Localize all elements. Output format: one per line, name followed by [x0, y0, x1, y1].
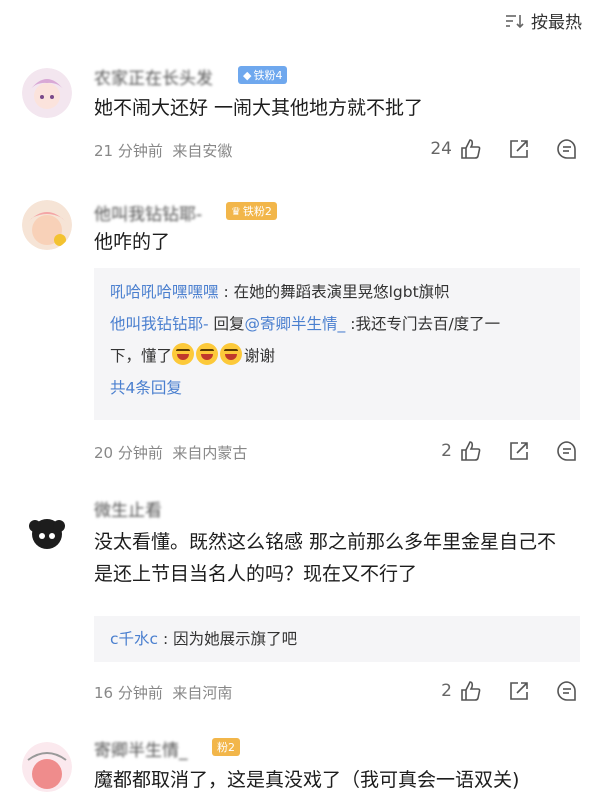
share-icon[interactable]: [508, 680, 530, 702]
laugh-emoji-icon: [220, 343, 243, 365]
username[interactable]: 微生止看: [94, 496, 162, 521]
sort-label: 按最热: [531, 13, 582, 33]
more-replies-link[interactable]: 共4条回复: [110, 372, 580, 404]
share-icon[interactable]: [508, 138, 530, 160]
avatar[interactable]: [22, 742, 72, 792]
comment-meta: 16 分钟前 来自河南: [94, 684, 233, 702]
avatar[interactable]: [22, 506, 72, 556]
laugh-emoji-icon: [196, 343, 219, 365]
comment-text: 他咋的了: [94, 231, 171, 253]
laugh-emoji-icon: [172, 343, 195, 365]
comment-actions: 24: [430, 138, 578, 160]
like-count: 2: [441, 681, 452, 701]
reply-username[interactable]: c千水c: [110, 630, 158, 648]
avatar[interactable]: [22, 68, 72, 118]
reply-box: 吼哈吼哈嘿嘿嘿 : 在她的舞蹈表演里晃悠lgbt旗帜 他叫我钻钻耶- 回复@寄卿…: [94, 268, 580, 420]
sort-hot-button[interactable]: 按最热: [505, 8, 582, 33]
avatar[interactable]: [22, 200, 72, 250]
comment-meta: 21 分钟前 来自安徽: [94, 142, 233, 160]
reply-username[interactable]: 他叫我钻钻耶-: [110, 315, 209, 333]
like-count: 24: [430, 139, 452, 159]
thumbs-up-icon[interactable]: [460, 440, 482, 462]
thumbs-up-icon[interactable]: [460, 138, 482, 160]
comment-actions: 2: [441, 440, 578, 462]
comment-meta: 20 分钟前 来自内蒙古: [94, 444, 248, 462]
username[interactable]: 寄卿半生情_: [94, 736, 188, 761]
mention-link[interactable]: @寄卿半生情_: [245, 315, 346, 333]
comment-actions: 2: [441, 680, 578, 702]
comment-icon[interactable]: [556, 440, 578, 462]
username[interactable]: 他叫我钻钻耶-: [94, 200, 202, 225]
comment-text: 没太看懂。既然这么铭感 那之前那么多年里金星自己不 是还上节目当名人的吗？现在又…: [94, 531, 557, 585]
fan-badge: 粉2: [212, 738, 240, 756]
sort-icon: [506, 14, 524, 28]
username[interactable]: 农家正在长头发: [94, 64, 213, 89]
fan-badge: ♛ 铁粉2: [226, 202, 277, 220]
comment-text: 她不闹大还好 一闹大其他地方就不批了: [94, 97, 424, 119]
thumbs-up-icon[interactable]: [460, 680, 482, 702]
comment-icon[interactable]: [556, 138, 578, 160]
reply-item[interactable]: c千水c : 因为她展示旗了吧: [110, 623, 580, 655]
like-count: 2: [441, 441, 452, 461]
reply-item[interactable]: 吼哈吼哈嘿嘿嘿 : 在她的舞蹈表演里晃悠lgbt旗帜: [110, 276, 580, 308]
crown-icon: ♛: [231, 204, 241, 218]
comment-text: 魔都都取消了，这是真没戏了（我可真会一语双关): [94, 769, 520, 791]
share-icon[interactable]: [508, 440, 530, 462]
fan-badge: ◆ 铁粉4: [238, 66, 288, 84]
diamond-icon: ◆: [243, 68, 252, 82]
reply-item[interactable]: 他叫我钻钻耶- 回复@寄卿半生情_ :我还专门去百/度了一 下，懂了 谢谢: [110, 308, 580, 372]
comment-icon[interactable]: [556, 680, 578, 702]
reply-box: c千水c : 因为她展示旗了吧: [94, 616, 580, 662]
reply-username[interactable]: 吼哈吼哈嘿嘿嘿: [110, 283, 219, 301]
